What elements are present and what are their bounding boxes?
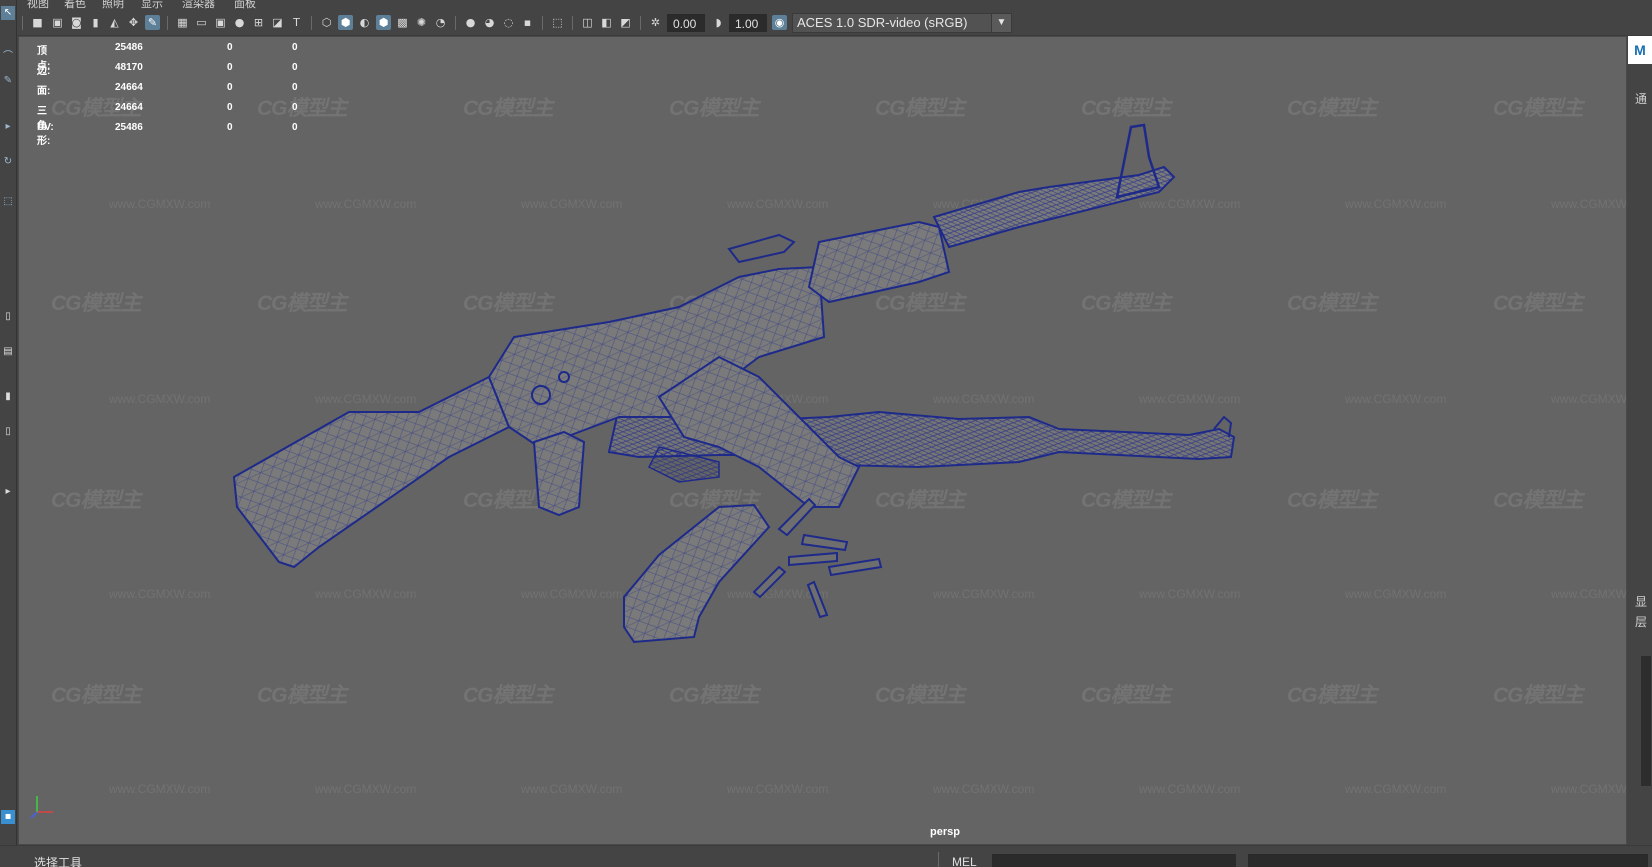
toolbar-separator [311,16,312,30]
command-line-input[interactable] [992,854,1236,867]
grease-pencil-icon[interactable]: ✎ [145,15,160,30]
left-tool-shelf: ↖ ⌒ ✎ ▸ ↻ ⬚ ▯ ▤ ▮ ▯ ▸ ▪ [0,0,17,867]
layout-icon[interactable]: ▪ [1,810,15,824]
xray-active-icon[interactable]: ◩ [618,15,633,30]
scale-tool-icon[interactable]: ⬚ [1,195,15,209]
menu-bar: 视图 着色 照明 显示 渲染器 面板 [0,0,1652,9]
anti-aliasing-icon[interactable]: ◌ [501,15,516,30]
depth-of-field-icon[interactable]: ▪ [520,15,535,30]
image-plane-icon[interactable]: ◭ [107,15,122,30]
menu-view[interactable]: 视图 [27,0,49,9]
color-space-dropdown[interactable]: ACES 1.0 SDR-video (sRGB) ▼ [792,13,1012,33]
lights-icon[interactable]: ✺ [414,15,429,30]
panel-label-general: 通 [1635,92,1648,106]
script-language-label[interactable]: MEL [952,855,977,867]
safe-title-icon[interactable]: T [289,15,304,30]
menu-lighting[interactable]: 照明 [102,0,124,9]
paint-select-icon[interactable]: ✎ [1,74,15,88]
status-separator [938,852,939,867]
view-transform-icon[interactable]: ◉ [772,15,787,30]
isolate-select-icon[interactable]: ⬚ [550,15,565,30]
panel-label-layer: 层 [1635,615,1648,629]
toolbar-separator [542,16,543,30]
camera-lock-icon[interactable]: ◙ [69,15,84,30]
bookmark-icon[interactable]: ▮ [88,15,103,30]
outliner-icon[interactable]: ▸ [1,485,15,499]
rifle-model-main[interactable] [232,123,1176,569]
toolbar-separator [572,16,573,30]
menu-renderer[interactable]: 渲染器 [182,0,215,9]
toolbar-separator [640,16,641,30]
wireframe-on-shaded-icon[interactable]: ⬢ [376,15,391,30]
menu-panels[interactable]: 面板 [234,0,256,9]
menu-shading[interactable]: 着色 [64,0,86,9]
panel-scrollbar[interactable] [1641,656,1651,786]
menu-show[interactable]: 显示 [141,0,163,9]
select-tool-icon[interactable]: ↖ [1,6,15,20]
viewport-3d[interactable]: CG模型主 CG模型主 CG模型主 CG模型主 CG模型主 CG模型主 CG模型… [18,36,1627,845]
toolbar-separator [455,16,456,30]
wireframe-icon[interactable]: ⬡ [319,15,334,30]
wireframe-models [232,123,1236,644]
command-result-field [1248,854,1648,867]
right-side-panel: M 通 显 层 [1627,36,1652,845]
toolbar-separator [22,16,23,30]
axis-gizmo-icon [30,796,53,819]
chevron-down-icon: ▼ [991,14,1011,32]
two-d-pan-icon[interactable]: ✥ [126,15,141,30]
gate-mask-icon[interactable]: ● [232,15,247,30]
safe-action-icon[interactable]: ◪ [270,15,285,30]
camera-attributes-icon[interactable]: ▣ [50,15,65,30]
exposure-field[interactable]: 0.00 [667,14,705,32]
bullet-models[interactable] [752,497,883,619]
move-tool-icon[interactable]: ▸ [1,120,15,134]
toolbar-separator [167,16,168,30]
film-gate-icon[interactable]: ▭ [194,15,209,30]
motion-blur-icon[interactable]: ◕ [482,15,497,30]
textured-icon[interactable]: ▩ [395,15,410,30]
screen-space-ao-icon[interactable]: ● [463,15,478,30]
four-view-icon[interactable]: ▤ [1,345,15,359]
resolution-gate-icon[interactable]: ▣ [213,15,228,30]
panel-label-display: 显 [1635,595,1648,609]
grid-icon[interactable]: ▦ [175,15,190,30]
gamma-icon[interactable]: ◗ [711,15,726,30]
smooth-shade-icon[interactable]: ⬢ [338,15,353,30]
gamma-field[interactable]: 1.00 [729,14,767,32]
viewport-toolbar: ■ ▣ ◙ ▮ ◭ ✥ ✎ ▦ ▭ ▣ ● ⊞ ◪ T ⬡ ⬢ ◐ ⬢ ▩ ✺ … [0,9,1652,36]
rotate-tool-icon[interactable]: ↻ [1,155,15,169]
shadows-icon[interactable]: ◔ [433,15,448,30]
field-chart-icon[interactable]: ⊞ [251,15,266,30]
modeling-toolkit-tab-icon[interactable]: M [1628,36,1652,64]
persp-graph-icon[interactable]: ▯ [1,425,15,439]
camera-icon[interactable]: ■ [30,15,45,30]
tool-hint-text: 选择工具 [34,856,83,867]
xray-icon[interactable]: ◫ [580,15,595,30]
xray-joints-icon[interactable]: ◧ [599,15,614,30]
lasso-tool-icon[interactable]: ⌒ [1,50,15,64]
magazine-model[interactable] [623,503,771,644]
persp-outliner-icon[interactable]: ▮ [1,390,15,404]
status-bar: 选择工具 MEL [0,845,1652,867]
exposure-icon[interactable]: ✲ [648,15,663,30]
default-material-icon[interactable]: ◐ [357,15,372,30]
color-space-value: ACES 1.0 SDR-video (sRGB) [797,15,968,30]
camera-name-label: persp [930,826,960,838]
single-view-icon[interactable]: ▯ [1,310,15,324]
